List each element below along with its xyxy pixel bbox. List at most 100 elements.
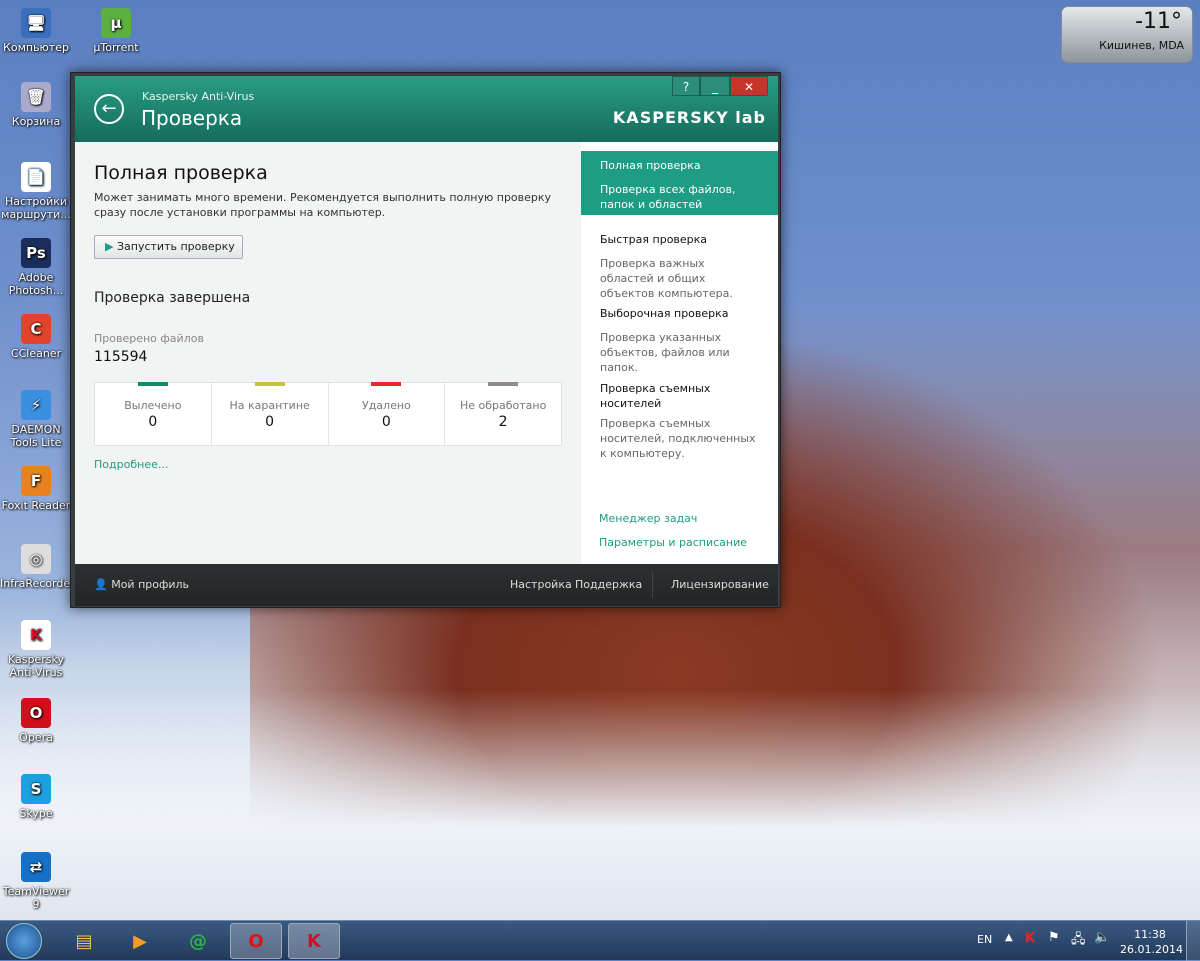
desktop-icon[interactable]: ⚡ DAEMON Tools Lite [0,390,72,449]
show-hidden-icons[interactable]: ▲ [1005,932,1013,943]
desktop-icon-label: Настройки маршрути... [1,195,71,221]
desktop-icon-label: Корзина [11,115,61,128]
desktop-app-icon: 📄 [21,162,51,192]
task-manager-link[interactable]: Менеджер задач [599,512,697,525]
desktop-icon[interactable]: 🗑 Корзина [0,82,72,128]
scan-type-desc: Проверка указанных объектов, файлов или … [600,331,730,374]
taskbar: ▤ ▶ @ O K EN ▲ K ⚑ 🖧 🔈 11:38 26.01.2014 [0,920,1200,961]
language-indicator[interactable]: EN [977,933,992,946]
desktop-icon-label: Skype [19,807,53,820]
show-desktop-button[interactable] [1186,921,1200,961]
desktop-icon-label: Adobe Photosh... [8,271,64,297]
scan-type-desc: Проверка важных областей и общих объекто… [600,257,733,300]
scan-type-desc: Проверка съемных носителей, подключенных… [600,417,756,460]
minimize-button[interactable]: _ [700,76,730,96]
page-title: Проверка [141,106,243,130]
taskbar-mail-agent-icon[interactable]: @ [172,923,224,959]
scan-type-quick[interactable]: Быстрая проверка Проверка важных областей… [581,225,778,300]
scan-type-title: Полная проверка [600,159,701,172]
desktop-app-icon: O [21,698,51,728]
desktop-icon[interactable]: K Kaspersky Anti-Virus [0,620,72,679]
scan-type-removable[interactable]: Проверка съемных носителей Проверка съемн… [581,373,778,469]
window-footer: 👤 Мой профиль Настройка Поддержка Лиценз… [75,564,778,606]
files-value: 115594 [94,349,148,365]
desktop-icon-label: CCleaner [10,347,62,360]
schedule-settings-link[interactable]: Параметры и расписание [599,536,747,549]
stat-value: 0 [265,414,275,430]
desktop-app-icon: ⇄ [21,852,51,882]
taskbar-kaspersky-icon[interactable]: K [288,923,340,959]
desktop-app-icon: ◎ [21,544,51,574]
desktop-icon-label: InfraRecorder [0,577,75,590]
settings-link[interactable]: Настройка [510,578,572,591]
stat-label: Вылечено [124,399,182,412]
stat-bar [371,382,402,386]
window-header: ← Kaspersky Anti-Virus Проверка KASPERSK… [75,76,778,142]
scan-type-full[interactable]: Полная проверка Проверка всех файлов, пап… [581,151,778,226]
network-icon[interactable]: 🖧 [1071,930,1086,952]
desktop-icon-label: Opera [19,731,53,744]
my-profile-link[interactable]: 👤 Мой профиль [94,578,189,591]
stat-value: 2 [498,414,508,430]
desktop-app-icon: 🗑 [21,82,51,112]
scan-type-title: Быстрая проверка [600,233,708,246]
user-icon: 👤 [94,578,108,591]
stat-quarantine: На карантине 0 [212,382,329,445]
stat-label: На карантине [229,399,310,412]
desktop-icon[interactable]: ◎ InfraRecorder [0,544,75,590]
play-icon: ▶ [105,240,114,253]
desktop-icon[interactable]: F Foxit Reader [0,466,72,512]
stat-bar [137,382,168,386]
desktop-app-icon: C [21,314,51,344]
stat-label: Не обработано [459,399,547,412]
content-area: Полная проверка Может занимать много вре… [75,142,778,564]
desktop-icon[interactable]: µ µTorrent [80,8,152,54]
clock-time: 11:38 [1134,928,1166,941]
taskbar-explorer-icon[interactable]: ▤ [58,923,110,959]
stat-value: 0 [148,414,158,430]
clock-date: 26.01.2014 [1120,943,1183,956]
start-scan-button[interactable]: ▶ Запустить проверку [94,235,243,259]
start-button[interactable] [6,923,42,959]
scan-type-panel: Полная проверка Проверка всех файлов, пап… [581,142,778,564]
desktop-icon-label: Компьютер [3,41,69,54]
scan-status: Проверка завершена [94,290,251,306]
scan-type-custom[interactable]: Выборочная проверка Проверка указанных об… [581,299,778,374]
desktop-app-icon: 🖥 [21,8,51,38]
scan-description: Может занимать много времени. Рекомендуе… [94,191,552,219]
desktop-icon[interactable]: S Skype [0,774,72,820]
weather-gadget[interactable]: -11° Кишинев, MDA [1061,6,1193,63]
back-arrow-icon[interactable]: ← [94,94,124,124]
desktop-icon[interactable]: Ps Adobe Photosh... [0,238,72,297]
stat-deleted: Удалено 0 [329,382,446,445]
volume-icon[interactable]: 🔈 [1094,930,1110,945]
action-center-flag-icon[interactable]: ⚑ [1048,930,1060,945]
weather-city: Кишинев, MDA [1099,39,1184,52]
desktop-icon[interactable]: ⇄ TeamViewer 9 [0,852,72,911]
stat-unprocessed: Не обработано 2 [445,382,561,445]
kaspersky-logo: KASPERSKY lab [612,108,766,127]
weather-temp: -11° [1135,9,1182,34]
more-details-link[interactable]: Подробнее... [94,458,168,471]
desktop-icon[interactable]: O Opera [0,698,72,744]
desktop-icon[interactable]: 📄 Настройки маршрути... [0,162,72,221]
footer-divider [652,572,653,598]
desktop-icon[interactable]: 🖥 Компьютер [0,8,72,54]
scan-type-title: Выборочная проверка [600,307,729,320]
desktop-icon[interactable]: C CCleaner [0,314,72,360]
clock[interactable]: 11:38 26.01.2014 [1120,927,1183,957]
stat-bar [254,382,285,386]
taskbar-opera-icon[interactable]: O [230,923,282,959]
licensing-link[interactable]: Лицензирование [671,578,769,591]
scan-stats: Вылечено 0 На карантине 0 Удалено 0 Не обра… [94,382,562,446]
help-button[interactable]: ? [672,76,700,96]
start-scan-label: Запустить проверку [116,240,235,253]
close-button[interactable]: ✕ [730,76,768,96]
tray-kaspersky-icon[interactable]: K [1025,931,1035,946]
wallpaper-snow [0,690,1200,920]
taskbar-media-player-icon[interactable]: ▶ [114,923,166,959]
stat-value: 0 [381,414,391,430]
desktop-app-icon: µ [101,8,131,38]
support-link[interactable]: Поддержка [575,578,642,591]
desktop-app-icon: Ps [21,238,51,268]
